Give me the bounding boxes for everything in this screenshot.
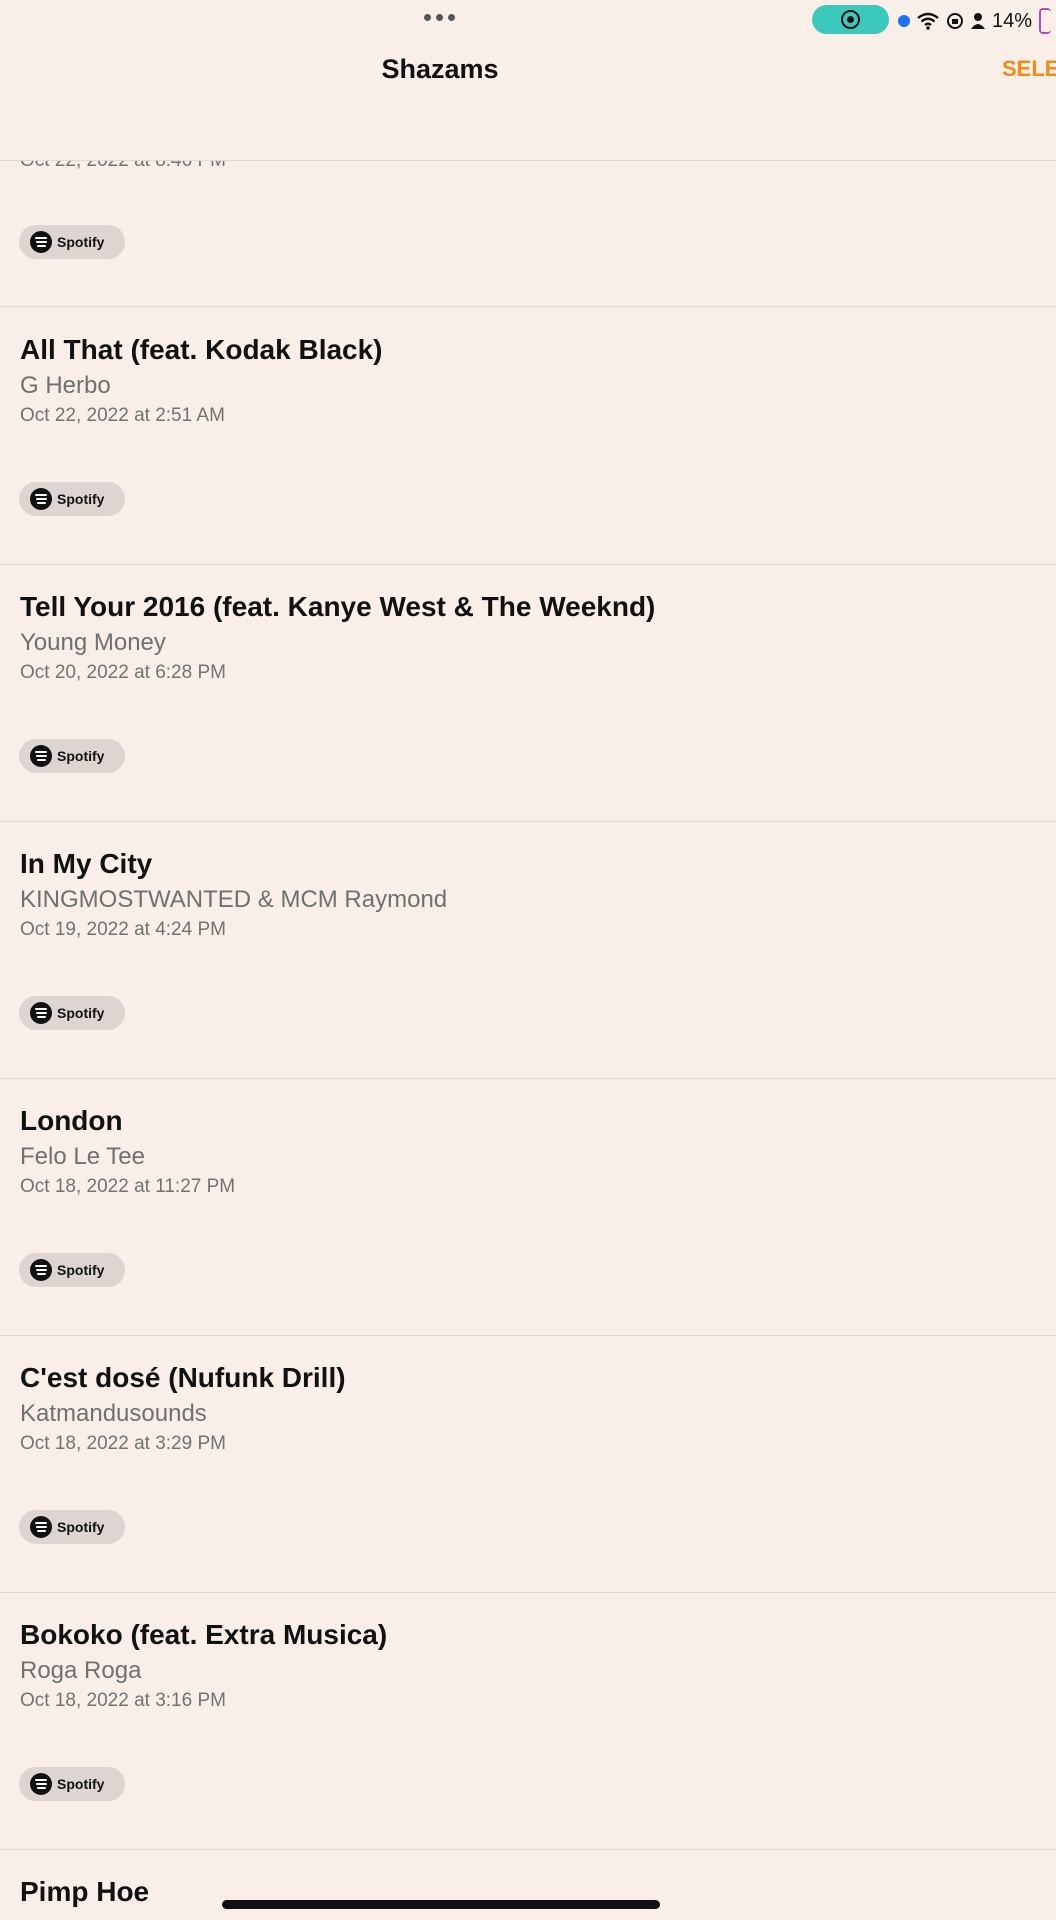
track-title: Pimp Hoe	[20, 1876, 150, 1907]
person-icon	[971, 13, 985, 29]
spotify-logo-icon	[30, 231, 52, 253]
spotify-label: Spotify	[57, 234, 105, 250]
track-artist: G Herbo	[20, 372, 111, 399]
battery-percent: 14%	[992, 9, 1033, 32]
orientation-lock-icon	[947, 13, 963, 29]
list-item[interactable]: C'est dosé (Nufunk Drill) Katmandusounds…	[0, 1335, 1056, 1593]
track-date: Oct 18, 2022 at 11:27 PM	[20, 1176, 236, 1197]
screen-recording-indicator[interactable]	[812, 5, 889, 34]
spotify-logo-icon	[30, 1002, 52, 1024]
spotify-logo-icon	[30, 745, 52, 767]
track-artist: Roga Roga	[20, 1657, 142, 1684]
track-title: In My City	[20, 848, 153, 879]
track-title: Tell Your 2016 (feat. Kanye West & The W…	[20, 591, 656, 622]
spotify-label: Spotify	[57, 748, 105, 764]
list-item[interactable]: Pimp Hoe	[0, 1849, 1056, 1920]
track-date: Oct 18, 2022 at 3:29 PM	[20, 1433, 226, 1454]
track-title: Bokoko (feat. Extra Musica)	[20, 1619, 388, 1650]
multitasking-dots-icon[interactable]	[424, 14, 455, 21]
shazam-list[interactable]: Oct 22, 2022 at 8:46 PM Spotify All That…	[0, 0, 1056, 1920]
track-title: London	[20, 1105, 123, 1136]
status-bar: 14%	[0, 0, 1056, 40]
record-icon	[841, 10, 860, 29]
spotify-button[interactable]: Spotify	[19, 996, 125, 1030]
spotify-button[interactable]: Spotify	[19, 225, 125, 259]
select-button[interactable]: SELE	[1002, 56, 1056, 82]
spotify-button[interactable]: Spotify	[19, 1767, 125, 1801]
list-item[interactable]: London Felo Le Tee Oct 18, 2022 at 11:27…	[0, 1078, 1056, 1336]
track-artist: Felo Le Tee	[20, 1143, 145, 1170]
status-icons: 14%	[898, 8, 1052, 34]
list-item[interactable]: All That (feat. Kodak Black) G Herbo Oct…	[0, 307, 1056, 565]
track-artist: Young Money	[20, 629, 166, 656]
track-title: C'est dosé (Nufunk Drill)	[20, 1362, 346, 1393]
battery-icon	[1039, 8, 1052, 34]
location-dot-icon	[898, 15, 910, 27]
track-date: Oct 18, 2022 at 3:16 PM	[20, 1690, 226, 1711]
track-date: Oct 20, 2022 at 6:28 PM	[20, 662, 226, 683]
track-artist: Katmandusounds	[20, 1400, 207, 1427]
list-item[interactable]: Tell Your 2016 (feat. Kanye West & The W…	[0, 564, 1056, 822]
list-item[interactable]: In My City KINGMOSTWANTED & MCM Raymond …	[0, 821, 1056, 1079]
list-item[interactable]: Bokoko (feat. Extra Musica) Roga Roga Oc…	[0, 1592, 1056, 1850]
spotify-button[interactable]: Spotify	[19, 739, 125, 773]
track-artist: KINGMOSTWANTED & MCM Raymond	[20, 886, 448, 913]
spotify-logo-icon	[30, 1516, 52, 1538]
spotify-label: Spotify	[57, 1776, 105, 1792]
spotify-button[interactable]: Spotify	[19, 1510, 125, 1544]
spotify-logo-icon	[30, 1773, 52, 1795]
spotify-label: Spotify	[57, 1005, 105, 1021]
page-title: Shazams	[381, 54, 499, 84]
track-date: Oct 19, 2022 at 4:24 PM	[20, 919, 226, 940]
wifi-icon	[917, 12, 939, 30]
spotify-logo-icon	[30, 488, 52, 510]
spotify-label: Spotify	[57, 491, 105, 507]
navigation-bar: Shazams SELE	[0, 40, 1056, 161]
track-title: All That (feat. Kodak Black)	[20, 334, 383, 365]
spotify-label: Spotify	[57, 1519, 105, 1535]
spotify-label: Spotify	[57, 1262, 105, 1278]
home-indicator[interactable]	[222, 1900, 660, 1909]
spotify-logo-icon	[30, 1259, 52, 1281]
track-date: Oct 22, 2022 at 2:51 AM	[20, 405, 225, 426]
spotify-button[interactable]: Spotify	[19, 482, 125, 516]
spotify-button[interactable]: Spotify	[19, 1253, 125, 1287]
